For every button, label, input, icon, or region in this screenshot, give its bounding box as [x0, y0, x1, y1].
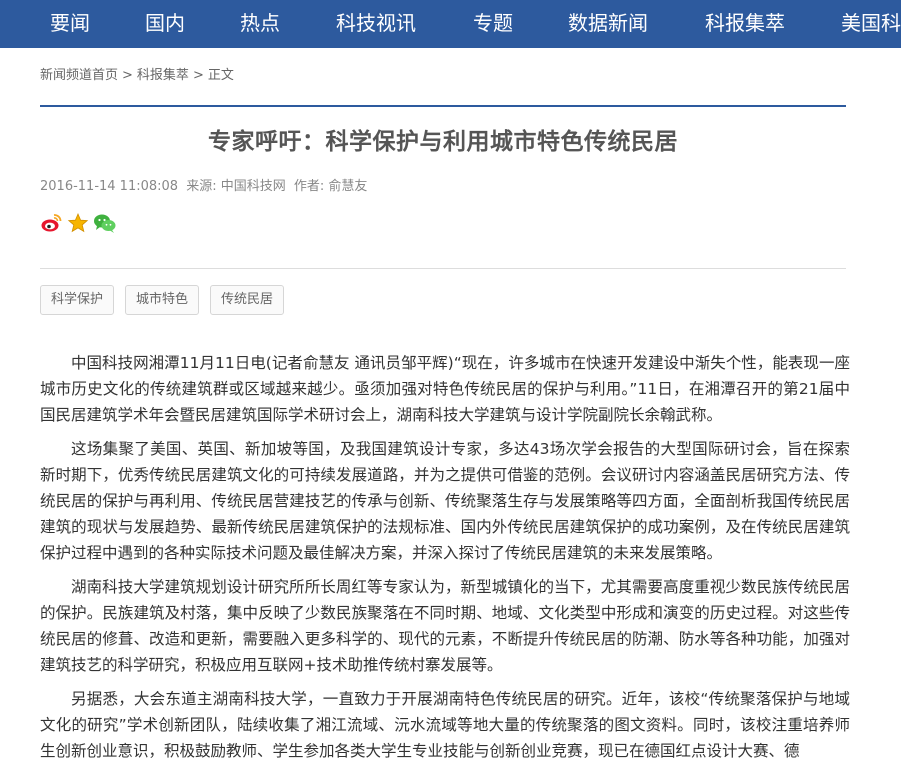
breadcrumb-section-link[interactable]: 科报集萃: [137, 68, 189, 83]
tag-chengshi-tese[interactable]: 城市特色: [125, 285, 200, 315]
nav-item-guonei[interactable]: 国内: [145, 9, 185, 37]
article-source: 来源: 中国科技网: [186, 179, 286, 194]
breadcrumb-current: 正文: [207, 68, 234, 83]
top-nav-bar: 要闻 国内 热点 科技视讯 专题 数据新闻 科报集萃 美国科: [0, 0, 901, 48]
article-paragraph: 另据悉，大会东道主湖南科技大学，一直致力于开展湖南特色传统民居的研究。近年，该校…: [40, 690, 850, 760]
header-divider: [40, 105, 846, 107]
nav-item-redian[interactable]: 热点: [240, 9, 280, 37]
article-paragraph: 湖南科技大学建筑规划设计研究所所长周红等专家认为，新型城镇化的当下，尤其需要高度…: [40, 578, 850, 674]
article-paragraph: 这场集聚了美国、英国、新加坡等国，及我国建筑设计专家，多达43场次学会报告的大型…: [40, 440, 850, 562]
article-title: 专家呼吁：科学保护与利用城市特色传统民居: [208, 129, 678, 155]
article-body: 中国科技网湘潭11月11日电(记者俞慧友 通讯员邹平辉)“现在，许多城市在快速开…: [40, 350, 850, 772]
article-meta: 2016-11-14 11:08:08 来源: 中国科技网 作者: 俞慧友: [40, 178, 371, 196]
nav-item-zhuanti[interactable]: 专题: [473, 9, 513, 37]
breadcrumb-separator: >: [122, 68, 133, 83]
tag-kexue-baohu[interactable]: 科学保护: [40, 285, 115, 315]
nav-item-kebao-jicui[interactable]: 科报集萃: [705, 9, 785, 37]
article-date: 2016-11-14 11:08:08: [40, 179, 179, 194]
favorite-star-icon[interactable]: [67, 212, 89, 234]
wechat-icon[interactable]: [93, 212, 116, 234]
nav-item-yaowen[interactable]: 要闻: [50, 9, 90, 37]
nav-item-keji-shixun[interactable]: 科技视讯: [336, 9, 416, 37]
meta-divider: [40, 268, 846, 269]
breadcrumb-separator: >: [192, 68, 204, 83]
tag-chuantong-minju[interactable]: 传统民居: [210, 285, 285, 315]
breadcrumb: 新闻频道首页 > 科报集萃 > 正文: [40, 67, 234, 85]
article-paragraph: 中国科技网湘潭11月11日电(记者俞慧友 通讯员邹平辉)“现在，许多城市在快速开…: [40, 354, 850, 424]
weibo-icon[interactable]: [40, 212, 62, 234]
article-author: 作者: 俞慧友: [293, 179, 368, 194]
nav-item-shuju-xinwen[interactable]: 数据新闻: [568, 9, 648, 37]
breadcrumb-home-link[interactable]: 新闻频道首页: [40, 68, 118, 83]
nav-item-meiguo[interactable]: 美国科: [841, 9, 901, 37]
